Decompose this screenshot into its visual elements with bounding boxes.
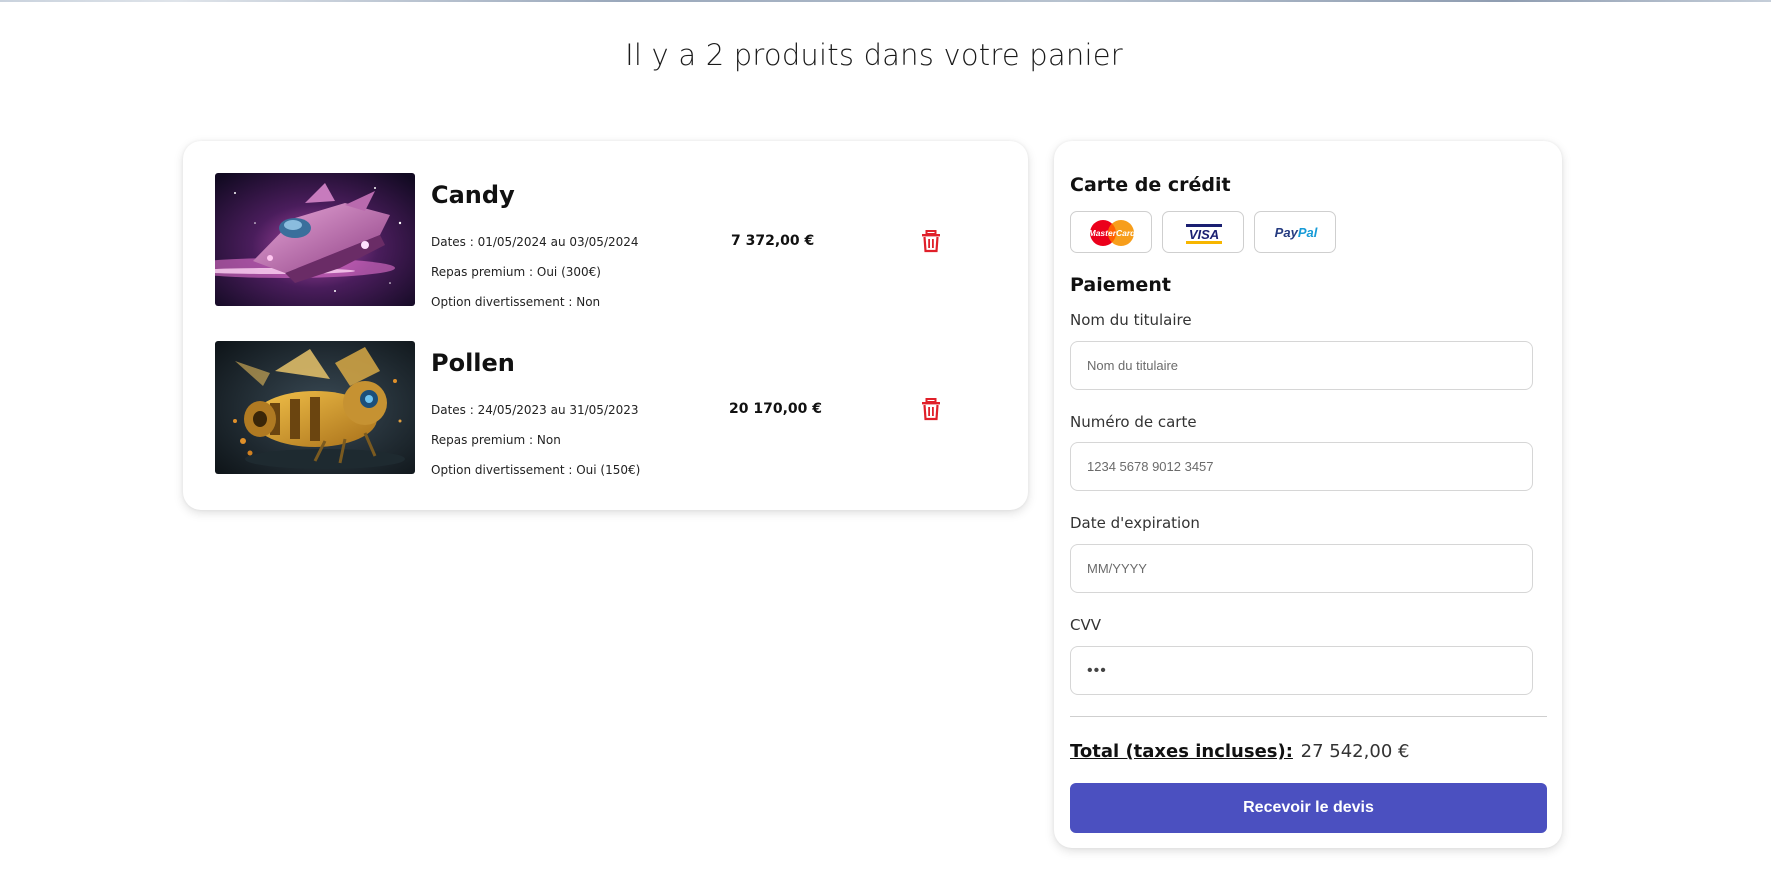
expiry-date-input[interactable] [1070, 544, 1533, 593]
product-dates: Dates : 01/05/2024 au 03/05/2024 [431, 235, 639, 249]
cvv-label: CVV [1070, 616, 1101, 634]
cvv-input[interactable] [1070, 646, 1533, 695]
product-dates: Dates : 24/05/2023 au 31/05/2023 [431, 403, 639, 417]
holder-name-label: Nom du titulaire [1070, 311, 1192, 329]
page-title: Il y a 2 produits dans votre panier [625, 38, 1123, 72]
payment-panel: Carte de crédit MasterCard VISA PayPal P… [1054, 141, 1562, 848]
cart-panel: Candy Dates : 01/05/2024 au 03/05/2024 R… [183, 141, 1028, 510]
mastercard-icon: MasterCard [1089, 220, 1137, 246]
cart-item: Pollen Dates : 24/05/2023 au 31/05/2023 … [215, 341, 995, 477]
cart-item: Candy Dates : 01/05/2024 au 03/05/2024 R… [215, 173, 995, 309]
svg-text:MasterCard: MasterCard [1089, 228, 1137, 238]
product-premium-meal: Repas premium : Oui (300€) [431, 265, 601, 279]
spaceship-image [215, 173, 415, 306]
header-image-strip [0, 0, 1771, 2]
product-entertainment-option: Option divertissement : Non [431, 295, 601, 309]
expiry-date-label: Date d'expiration [1070, 514, 1200, 532]
paypal-button[interactable]: PayPal [1254, 211, 1336, 253]
visa-icon: VISA [1186, 224, 1222, 244]
total-row: Total (taxes incluses): 27 542,00 € [1070, 741, 1409, 762]
product-name: Pollen [431, 349, 515, 377]
total-value: 27 542,00 € [1300, 741, 1410, 762]
visa-button[interactable]: VISA [1162, 211, 1244, 253]
trash-icon[interactable] [920, 397, 942, 421]
total-label: Total (taxes incluses): [1070, 741, 1293, 762]
card-number-label: Numéro de carte [1070, 413, 1197, 431]
holder-name-input[interactable] [1070, 341, 1533, 390]
product-premium-meal: Repas premium : Non [431, 433, 561, 447]
product-entertainment-option: Option divertissement : Oui (150€) [431, 463, 641, 477]
svg-text:VISA: VISA [1189, 227, 1219, 242]
product-price: 7 372,00 € [731, 233, 815, 249]
trash-icon[interactable] [920, 229, 942, 253]
product-name: Candy [431, 181, 515, 209]
svg-text:PayPal: PayPal [1275, 225, 1318, 240]
get-quote-button[interactable]: Recevoir le devis [1070, 783, 1547, 833]
card-number-input[interactable] [1070, 442, 1533, 491]
divider [1070, 716, 1547, 717]
product-price: 20 170,00 € [729, 401, 822, 417]
paypal-icon: PayPal [1275, 225, 1318, 240]
payment-title: Paiement [1070, 274, 1171, 296]
mastercard-button[interactable]: MasterCard [1070, 211, 1152, 253]
robot-bee-image [215, 341, 415, 474]
credit-card-title: Carte de crédit [1070, 174, 1231, 196]
